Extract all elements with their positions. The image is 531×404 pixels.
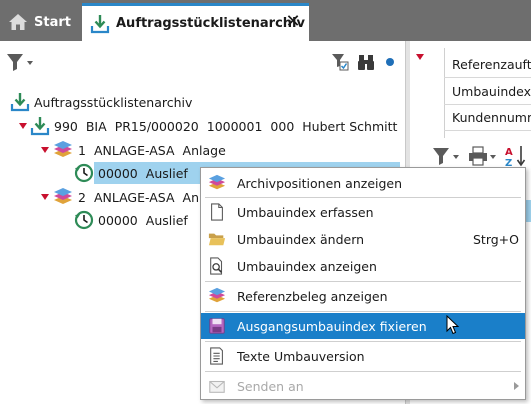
menu-item-label: Referenzbeleg anzeigen (237, 288, 388, 304)
stack-documents-icon (54, 188, 72, 204)
clock-history-icon (74, 210, 94, 230)
menu-item-label: Texte Umbauversion (237, 348, 365, 364)
left-toolbar (0, 48, 405, 76)
position-num: 1 (78, 142, 86, 158)
menu-item-shortcut: Strg+O (472, 231, 519, 247)
menu-item-umbauindex-anzeigen[interactable]: Umbauindex anzeigen (201, 253, 525, 279)
position-code: ANLAGE-ASA (93, 189, 175, 205)
filter-dropdown-icon[interactable] (432, 146, 462, 166)
child-text: Auslief (145, 165, 188, 181)
document-search-icon (210, 257, 223, 275)
menu-separator (205, 281, 521, 282)
tab-auftragsstuecklistenarchiv[interactable]: Auftragsstücklistenarchiv ✕ (82, 3, 309, 41)
tree-child-row[interactable]: 00000 Auslief (74, 209, 188, 231)
tree-child-row[interactable]: 00000 Auslief (74, 162, 188, 184)
tree-position-row[interactable]: 1 ANLAGE-ASA Anlage (40, 139, 226, 161)
menu-item-senden-an[interactable]: Senden an (201, 373, 525, 399)
order-col5: 000 (270, 118, 295, 134)
tab-start-label: Start (34, 14, 71, 30)
menu-separator (205, 341, 521, 342)
menu-separator (205, 311, 521, 312)
tree-root-label: Auftragsstücklistenarchiv (34, 94, 193, 110)
menu-item-umbauindex-aendern[interactable]: Umbauindex ändern Strg+O (201, 226, 525, 252)
stack-documents-icon (208, 287, 226, 303)
tab-bar: Start Auftragsstücklistenarchiv ✕ (0, 0, 531, 41)
envelope-icon (209, 380, 225, 393)
collapse-arrow-icon[interactable] (415, 52, 425, 62)
stack-documents-icon (54, 141, 72, 157)
home-icon (9, 14, 27, 30)
child-num: 00000 (98, 165, 138, 181)
binoculars-icon[interactable] (357, 53, 375, 71)
menu-item-label: Umbauindex ändern (237, 231, 365, 247)
order-col2: BIA (85, 118, 107, 134)
menu-item-referenzbeleg-anzeigen[interactable]: Referenzbeleg anzeigen (201, 283, 525, 309)
new-document-icon (211, 203, 223, 221)
order-col3: PR15/000020 (114, 118, 199, 134)
close-icon[interactable]: ✕ (285, 13, 301, 31)
mouse-cursor-icon (446, 315, 460, 335)
expand-arrow-icon[interactable] (18, 121, 28, 131)
folder-open-icon (208, 233, 226, 246)
position-code: ANLAGE-ASA (93, 142, 175, 158)
field-referenzauftrag[interactable]: Referenzauft (444, 52, 531, 78)
tree-root[interactable]: Auftragsstücklistenarchiv (10, 91, 192, 113)
menu-separator (205, 371, 521, 372)
download-archive-icon (90, 14, 110, 33)
stack-documents-icon (208, 174, 226, 190)
menu-separator (205, 197, 521, 198)
expand-arrow-icon[interactable] (40, 192, 50, 202)
menu-item-archivpositionen-anzeigen[interactable]: Archivpositionen anzeigen (201, 170, 525, 196)
menu-item-ausgangsumbauindex-fixieren[interactable]: Ausgangsumbauindex fixieren (201, 313, 525, 339)
menu-item-label: Senden an (237, 378, 304, 394)
expand-arrow-icon[interactable] (40, 145, 50, 155)
status-dot-icon (386, 58, 394, 66)
menu-item-label: Umbauindex erfassen (237, 204, 374, 220)
position-name: Anlage (182, 142, 226, 158)
position-num: 2 (78, 189, 86, 205)
field-kundennummer[interactable]: Kundennumm (444, 105, 531, 131)
menu-item-umbauindex-erfassen[interactable]: Umbauindex erfassen (201, 199, 525, 225)
submenu-arrow-icon (514, 382, 519, 390)
order-col4: 1000001 (206, 118, 263, 134)
field-umbauindex[interactable]: Umbauindex (444, 79, 531, 105)
download-archive-icon (30, 117, 50, 136)
menu-item-label: Archivpositionen anzeigen (237, 175, 403, 191)
menu-item-texte-umbauversion[interactable]: Texte Umbauversion (201, 343, 525, 369)
print-icon[interactable] (468, 146, 498, 166)
menu-item-label: Umbauindex anzeigen (237, 258, 377, 274)
sort-az-icon[interactable]: A Z (504, 144, 528, 168)
tab-archive-label: Auftragsstücklistenarchiv (116, 16, 305, 31)
tree-order-row[interactable]: 990 BIA PR15/000020 1000001 000 Hubert S… (18, 115, 397, 137)
svg-text:A: A (505, 147, 513, 158)
tab-start[interactable]: Start (0, 3, 82, 41)
child-text: Auslief (145, 212, 188, 228)
menu-item-label: Ausgangsumbauindex fixieren (237, 318, 427, 334)
order-col1: 990 (54, 118, 78, 134)
child-num: 00000 (98, 212, 138, 228)
text-document-icon (210, 347, 223, 365)
filter-dropdown-icon[interactable] (6, 52, 36, 72)
save-disk-icon (209, 318, 225, 334)
order-col6: Hubert Schmitt (302, 118, 398, 134)
context-menu: Archivpositionen anzeigen Umbauindex erf… (200, 167, 526, 400)
download-archive-icon (10, 93, 30, 112)
filter-check-icon[interactable] (331, 53, 349, 71)
clock-history-icon (74, 163, 94, 183)
tree-position-row[interactable]: 2 ANLAGE-ASA Anl (40, 186, 202, 208)
